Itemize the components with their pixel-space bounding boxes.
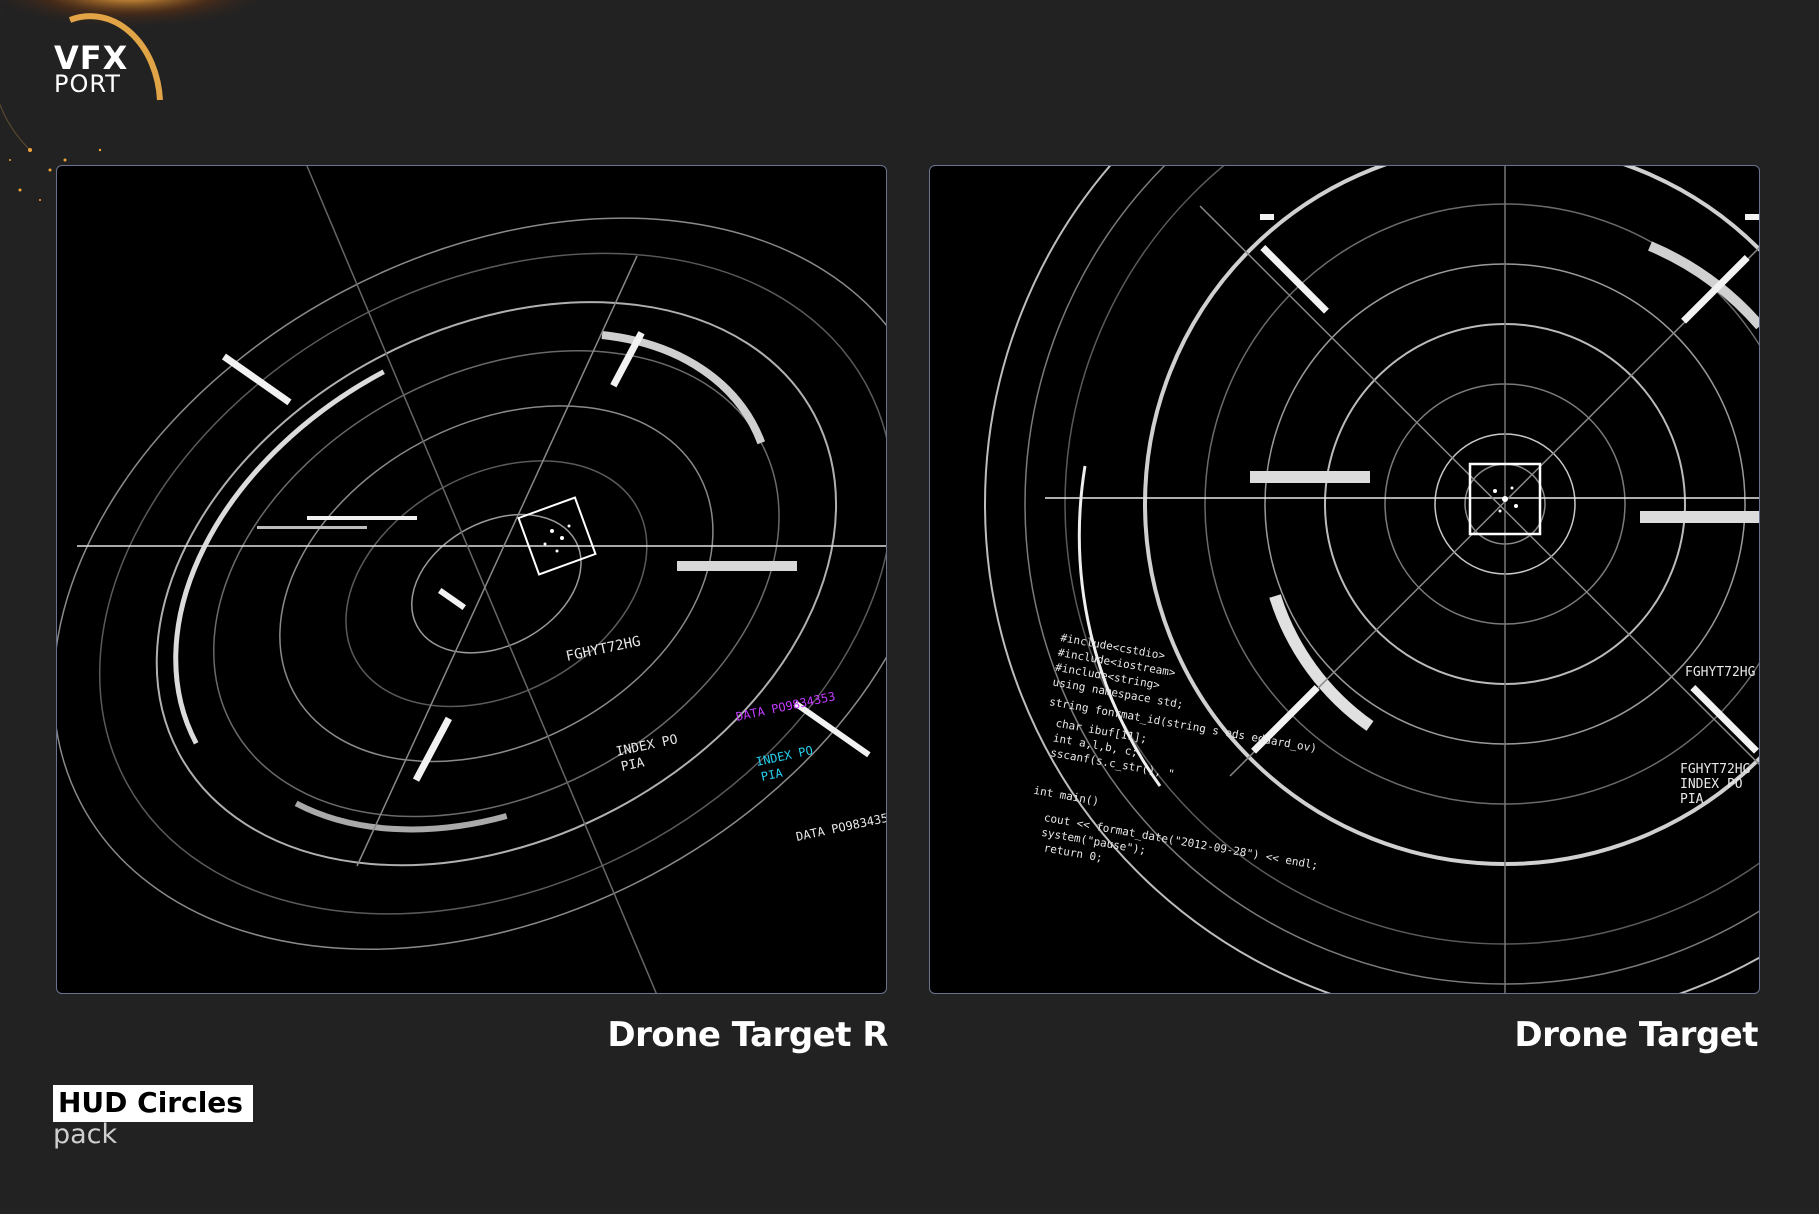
hud-drone-target-r-graphic: FGHYT72HG INDEX PO PIA DATA PO9834353 DA… [57, 166, 887, 993]
hud-label: PIA [760, 766, 785, 784]
caption-drone-target: Drone Target [1514, 1015, 1758, 1055]
pack-title: HUD Circles [53, 1085, 253, 1122]
hud-drone-target-graphic: #include<cstdio> #include<iostream> #inc… [984, 166, 1759, 993]
hud-label: FGHYT72HG [565, 633, 643, 664]
hud-label: FGHYT72HG [1680, 762, 1751, 777]
preview-panel-drone-target-r[interactable]: FGHYT72HG INDEX PO PIA DATA PO9834353 DA… [56, 165, 887, 994]
code-line: int main() [1033, 784, 1100, 808]
hud-label: DATA PO9834353 [795, 809, 887, 844]
caption-drone-target-r: Drone Target R [607, 1015, 888, 1055]
pack-subtitle: pack [53, 1119, 118, 1150]
logo-line-2: PORT [54, 70, 121, 98]
hud-label: INDEX PO [755, 743, 814, 769]
preview-panel-drone-target[interactable]: #include<cstdio> #include<iostream> #inc… [929, 165, 1760, 994]
hud-label: FGHYT72HG [1685, 665, 1756, 680]
vfxport-logo: VFX PORT [54, 42, 128, 96]
hud-label: INDEX PO [1680, 777, 1743, 792]
pack-label: HUD Circles pack [53, 1085, 253, 1149]
hud-label: PIA [1680, 792, 1704, 807]
